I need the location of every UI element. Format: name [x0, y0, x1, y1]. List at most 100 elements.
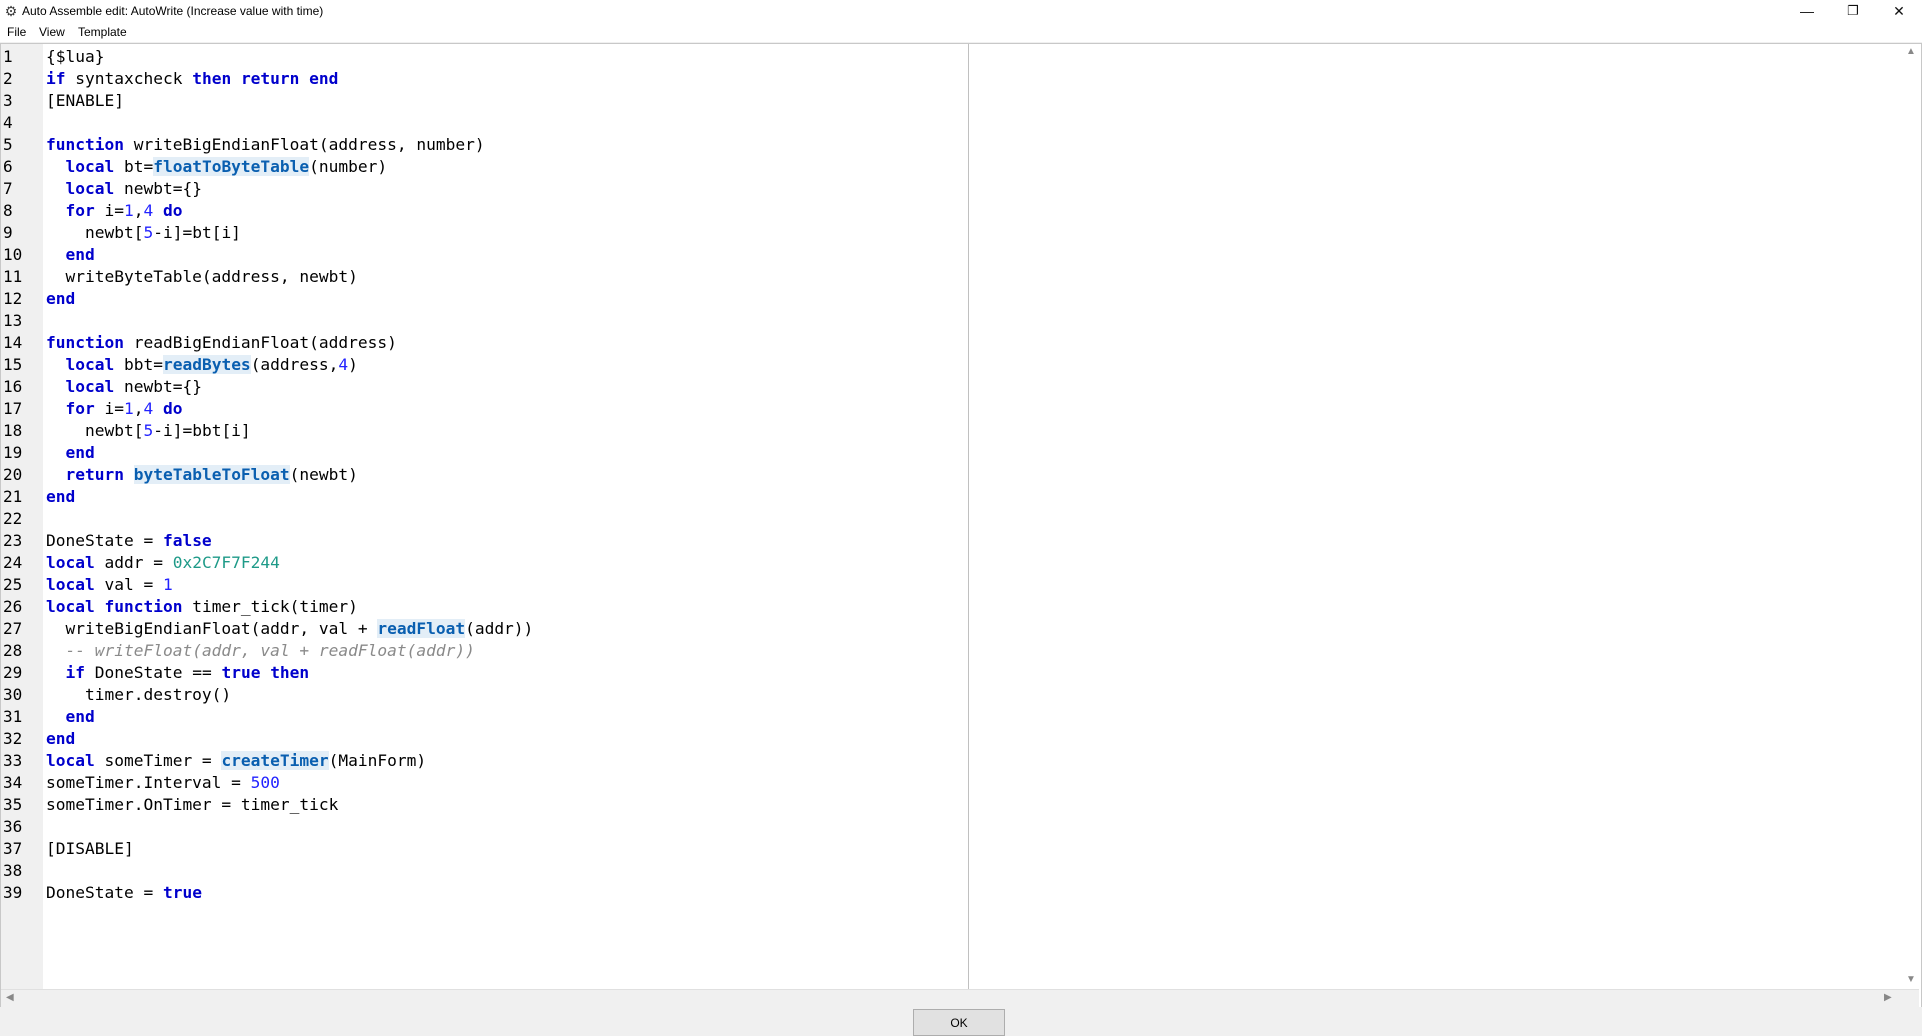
code-token: local [65, 157, 115, 176]
code-line[interactable]: if DoneState == true then [46, 662, 310, 684]
code-line[interactable]: local val = 1 [46, 574, 173, 596]
code-line[interactable]: end [46, 288, 75, 310]
code-line[interactable]: someTimer.OnTimer = timer_tick [46, 794, 338, 816]
code-line[interactable]: return byteTableToFloat(newbt) [46, 464, 358, 486]
vertical-scrollbar[interactable]: ▲ ▼ [1901, 44, 1920, 989]
line-number: 16 [3, 377, 23, 396]
line-number: 17 [3, 399, 23, 418]
code-token: 0x2C7F7F244 [172, 553, 280, 572]
code-line[interactable]: for i=1,4 do [46, 200, 183, 222]
code-line[interactable]: end [46, 486, 75, 508]
line-number: 27 [3, 619, 23, 638]
line-number: 9 [3, 223, 13, 242]
scroll-down-icon[interactable]: ▼ [1906, 974, 1916, 985]
code-token: true [221, 663, 261, 682]
code-area[interactable]: {$lua} if syntaxcheck then return end [ENA… [43, 44, 1919, 989]
code-line[interactable]: local bt=floatToByteTable(number) [46, 156, 387, 178]
code-line[interactable]: DoneState = true [46, 882, 202, 904]
code-line[interactable]: end [46, 244, 95, 266]
maximize-button[interactable]: ❐ [1830, 0, 1876, 22]
code-token: val = [94, 575, 163, 594]
code-line[interactable]: function writeBigEndianFloat(address, nu… [46, 134, 485, 156]
code-token: function [104, 597, 183, 616]
menu-bar: File View Template [0, 22, 1922, 42]
code-line[interactable]: local function timer_tick(timer) [46, 596, 358, 618]
menu-file[interactable]: File [7, 25, 26, 39]
horizontal-scrollbar[interactable]: ◀ ▶ [1, 989, 1919, 1007]
code-token: local [65, 355, 115, 374]
code-editor[interactable]: 1 2 3 4 5 6 7 8 9 10 11 12 13 14 15 16 17 18 19 20 21 22 23 24 2… [0, 43, 1922, 1008]
scroll-right-icon[interactable]: ▶ [1884, 992, 1892, 1003]
line-number: 3 [3, 91, 13, 110]
code-token: false [162, 531, 212, 550]
line-number-gutter: 1 2 3 4 5 6 7 8 9 10 11 12 13 14 15 16 17 18 19 20 21 22 23 24 2… [1, 44, 43, 989]
code-token: do [163, 201, 183, 220]
code-line[interactable]: someTimer.Interval = 500 [46, 772, 280, 794]
line-number: 1 [3, 47, 13, 66]
code-token: floatToByteTable [153, 157, 310, 176]
code-line[interactable]: if syntaxcheck then return end [46, 68, 338, 90]
code-token: ) [348, 355, 358, 374]
code-line[interactable]: [DISABLE] [46, 838, 134, 860]
line-number: 33 [3, 751, 23, 770]
line-number: 28 [3, 641, 23, 660]
code-line[interactable]: for i=1,4 do [46, 398, 183, 420]
code-token: 1 [124, 399, 134, 418]
scroll-left-icon[interactable]: ◀ [6, 992, 14, 1003]
code-line[interactable]: local someTimer = createTimer(MainForm) [46, 750, 426, 772]
code-line[interactable]: local newbt={} [46, 178, 202, 200]
code-line[interactable]: newbt[5-i]=bbt[i] [46, 420, 251, 442]
code-line[interactable]: end [46, 442, 95, 464]
line-number: 19 [3, 443, 23, 462]
code-line[interactable]: function readBigEndianFloat(address) [46, 332, 397, 354]
code-line[interactable]: timer.destroy() [46, 684, 231, 706]
code-token: end [65, 707, 95, 726]
code-line[interactable]: DoneState = false [46, 530, 212, 552]
code-line[interactable]: newbt[5-i]=bt[i] [46, 222, 241, 244]
code-line[interactable]: -- writeFloat(addr, val + readFloat(addr… [46, 640, 475, 662]
line-number: 34 [3, 773, 23, 792]
menu-template[interactable]: Template [78, 25, 127, 39]
close-button[interactable]: ✕ [1876, 0, 1922, 22]
code-token: i= [94, 399, 124, 418]
minimize-button[interactable]: — [1784, 0, 1830, 22]
line-number: 23 [3, 531, 23, 550]
code-line[interactable]: [ENABLE] [46, 90, 124, 112]
code-line[interactable]: local newbt={} [46, 376, 202, 398]
code-line[interactable]: writeByteTable(address, newbt) [46, 266, 357, 288]
code-token: 5 [143, 421, 154, 440]
line-number: 18 [3, 421, 23, 440]
line-number: 25 [3, 575, 23, 594]
line-number: 22 [3, 509, 23, 528]
code-token: end [65, 245, 95, 264]
line-number: 36 [3, 817, 23, 836]
code-token: function [46, 333, 124, 352]
ok-button[interactable]: OK [913, 1009, 1005, 1036]
menu-view[interactable]: View [39, 25, 65, 39]
code-token: then [192, 69, 232, 88]
code-token: (addr)) [465, 619, 534, 638]
code-token: (address, [250, 355, 339, 374]
scroll-up-icon[interactable]: ▲ [1906, 46, 1916, 57]
code-token: , [133, 399, 144, 418]
code-line[interactable]: local bbt=readBytes(address,4) [46, 354, 358, 376]
code-line[interactable]: writeBigEndianFloat(addr, val + readFloa… [46, 618, 533, 640]
code-line[interactable]: local addr = 0x2C7F7F244 [46, 552, 280, 574]
code-token: DoneState = [46, 883, 163, 902]
code-token: local [46, 751, 95, 770]
code-token: then [270, 663, 310, 682]
code-token: function [46, 135, 124, 154]
code-line[interactable]: end [46, 728, 75, 750]
code-line[interactable]: end [46, 706, 95, 728]
code-token: local [65, 377, 115, 396]
code-token: 500 [250, 773, 280, 792]
code-line[interactable]: {$lua} [46, 46, 104, 68]
